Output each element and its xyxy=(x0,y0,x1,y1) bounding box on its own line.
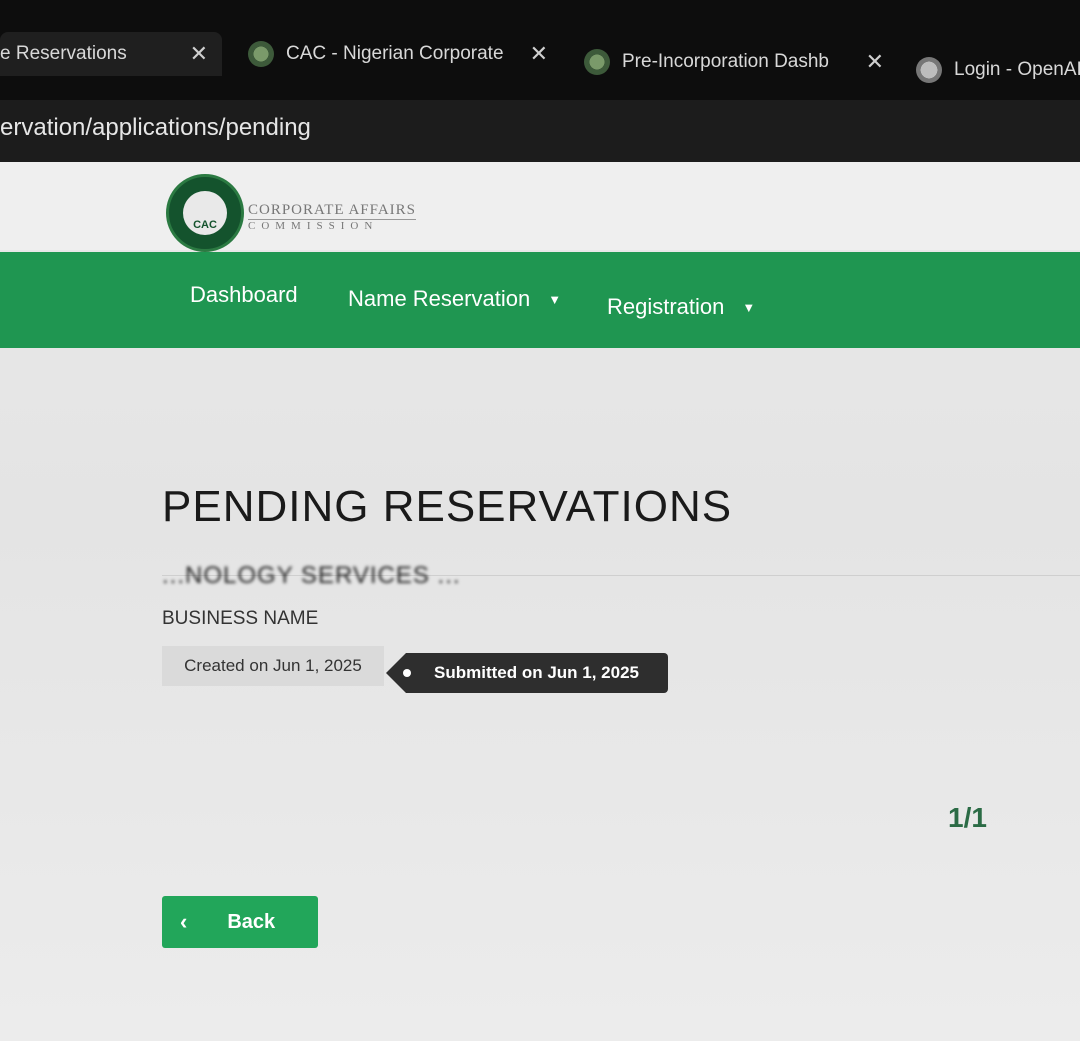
tab-title: Pre-Incorporation Dashb xyxy=(622,51,829,72)
tab-title: e Reservations xyxy=(0,43,127,64)
nav-registration[interactable]: Registration ▼ xyxy=(607,294,755,320)
browser-tab-bar: e Reservations ✕ CAC - Nigerian Corporat… xyxy=(0,0,1080,100)
seal-center: CAC xyxy=(183,191,227,235)
org-name-line1: CORPORATE AFFAIRS xyxy=(248,202,417,220)
tab-title: Login - OpenAI xyxy=(954,59,1080,80)
cac-seal-logo[interactable]: CAC xyxy=(166,174,244,252)
created-date-badge: Created on Jun 1, 2025 xyxy=(162,646,384,686)
back-button[interactable]: ‹ Back xyxy=(162,896,318,948)
chevron-left-icon: ‹ xyxy=(180,909,188,934)
cac-favicon-icon xyxy=(248,41,274,67)
pagination-indicator: 1/1 xyxy=(948,802,987,833)
page-title: PENDING RESERVATIONS xyxy=(162,482,733,531)
business-name-label: BUSINESS NAME xyxy=(162,608,319,629)
org-name-line2: COMMISSION xyxy=(248,220,379,232)
site-header: CAC CORPORATE AFFAIRS COMMISSION xyxy=(0,162,1080,252)
tab-pre-incorporation[interactable]: Pre-Incorporation Dashb ✕ xyxy=(584,40,884,84)
tab-cac[interactable]: CAC - Nigerian Corporate ✕ xyxy=(248,32,548,76)
caret-down-icon: ▼ xyxy=(742,299,756,315)
nav-label: Registration xyxy=(607,294,725,319)
tab-login[interactable]: Login - OpenAI xyxy=(916,48,1080,92)
tab-reservations[interactable]: e Reservations ✕ xyxy=(0,32,222,76)
back-button-label: Back xyxy=(227,910,276,933)
address-bar[interactable]: ervation/applications/pending xyxy=(0,100,1080,162)
page-content: CAC CORPORATE AFFAIRS COMMISSION Dashboa… xyxy=(0,162,1080,1041)
main-navigation: Dashboard Name Reservation ▼ Registratio… xyxy=(0,252,1080,348)
dot-icon xyxy=(403,669,411,677)
nav-dashboard[interactable]: Dashboard xyxy=(190,282,298,308)
url-text[interactable]: ervation/applications/pending xyxy=(0,114,311,142)
globe-icon xyxy=(916,57,942,83)
nav-label: Dashboard xyxy=(190,282,298,307)
submitted-label: Submitted on Jun 1, 2025 xyxy=(434,663,639,682)
close-icon[interactable]: ✕ xyxy=(866,49,884,75)
cac-favicon-icon xyxy=(584,49,610,75)
tab-title: CAC - Nigerian Corporate xyxy=(286,43,504,64)
close-icon[interactable]: ✕ xyxy=(530,41,548,67)
nav-label: Name Reservation xyxy=(348,286,531,311)
close-icon[interactable]: ✕ xyxy=(190,41,208,67)
submitted-status-badge: Submitted on Jun 1, 2025 xyxy=(386,653,668,693)
business-name-value[interactable]: ...NOLOGY SERVICES ... xyxy=(162,562,461,590)
org-wordmark: CORPORATE AFFAIRS COMMISSION xyxy=(248,202,417,232)
caret-down-icon: ▼ xyxy=(548,291,562,307)
nav-name-reservation[interactable]: Name Reservation ▼ xyxy=(348,286,561,312)
